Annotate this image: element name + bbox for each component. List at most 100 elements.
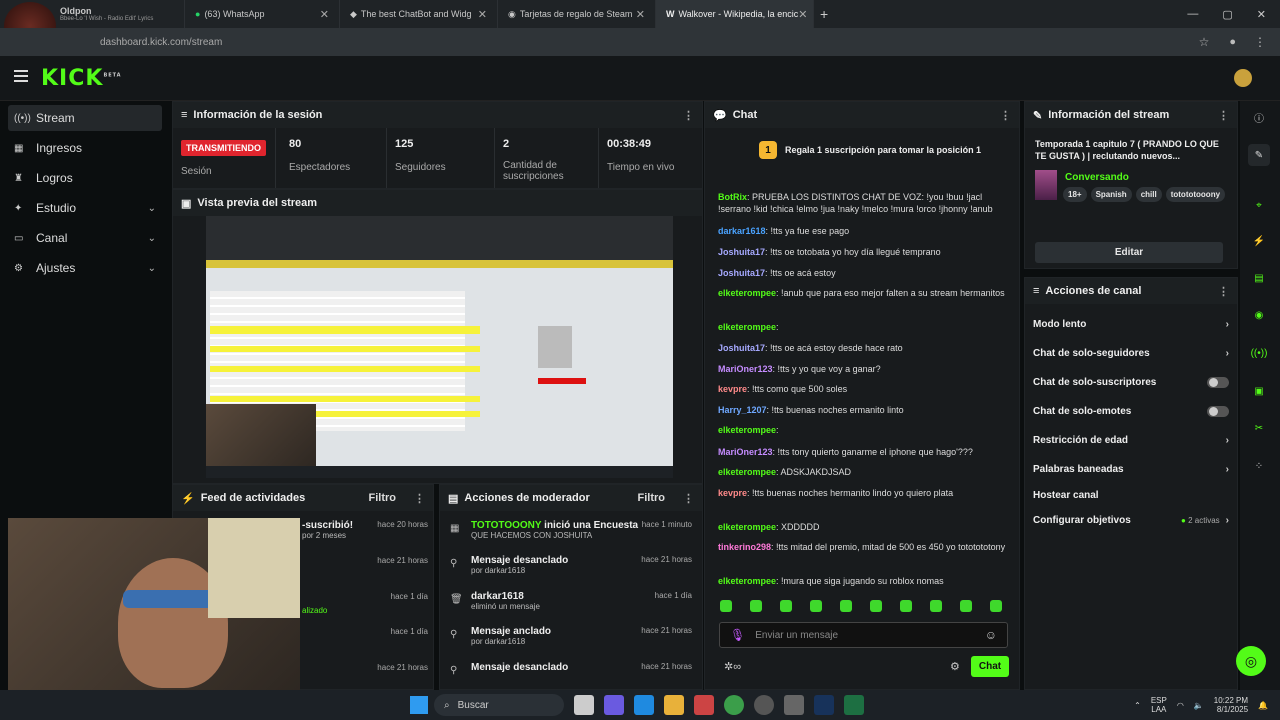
chat-username[interactable]: MariOner123 bbox=[718, 364, 773, 374]
profile-icon[interactable]: ● bbox=[1229, 36, 1236, 48]
filter-button[interactable]: Filtro bbox=[638, 492, 666, 504]
action-followers-only[interactable]: Chat de solo-seguidores › bbox=[1025, 339, 1237, 368]
chat-username[interactable]: elketerompee bbox=[718, 467, 776, 477]
action-age-restriction[interactable]: Restricción de edad › bbox=[1025, 426, 1237, 455]
close-icon[interactable]: ✕ bbox=[478, 8, 487, 21]
emote-icon[interactable] bbox=[900, 600, 912, 612]
dots-grid-icon[interactable]: ⁘ bbox=[1248, 455, 1270, 477]
chat-bubble-icon[interactable]: ◉ bbox=[1248, 304, 1270, 326]
emote-icon[interactable] bbox=[870, 600, 882, 612]
sidebar-item-estudio[interactable]: ✦ Estudio ⌄ bbox=[8, 195, 162, 221]
volume-icon[interactable]: 🔈 bbox=[1194, 701, 1204, 710]
bolt-icon[interactable]: ⚡ bbox=[1248, 230, 1270, 252]
send-chat-button[interactable]: Chat bbox=[971, 656, 1009, 677]
chat-username[interactable]: Joshuita17 bbox=[718, 268, 765, 278]
kick-logo[interactable]: KICKBETA bbox=[41, 66, 122, 91]
emote-icon[interactable] bbox=[930, 600, 942, 612]
more-icon[interactable]: ⋮ bbox=[414, 492, 425, 505]
action-host-channel[interactable]: Hostear canal bbox=[1025, 484, 1237, 506]
windows-start-icon[interactable] bbox=[410, 696, 428, 714]
sidebar-item-stream[interactable]: ((•)) Stream bbox=[8, 105, 162, 131]
info-icon[interactable]: ⓘ bbox=[1248, 106, 1270, 128]
taskbar-search[interactable]: ⌕ Buscar bbox=[434, 694, 564, 716]
sidebar-item-ajustes[interactable]: ⚙ Ajustes ⌄ bbox=[8, 255, 162, 281]
broadcast-icon[interactable]: ((•)) bbox=[1248, 342, 1270, 364]
emote-icon[interactable] bbox=[780, 600, 792, 612]
steam-icon[interactable] bbox=[814, 695, 834, 715]
emote-icon[interactable] bbox=[810, 600, 822, 612]
chat-username[interactable]: BotRix bbox=[718, 192, 747, 202]
url-field[interactable]: dashboard.kick.com/stream bbox=[100, 37, 222, 48]
action-banned-words[interactable]: Palabras baneadas › bbox=[1025, 455, 1237, 484]
close-window-icon[interactable]: ✕ bbox=[1257, 8, 1266, 21]
emoji-icon[interactable]: ☺ bbox=[985, 628, 997, 642]
maximize-icon[interactable]: ▢ bbox=[1222, 8, 1232, 21]
store-icon[interactable] bbox=[634, 695, 654, 715]
chat-username[interactable]: elketerompee bbox=[718, 288, 776, 298]
wrench-icon[interactable]: ✂ bbox=[1248, 417, 1270, 439]
stream-category[interactable]: Conversando bbox=[1065, 172, 1129, 183]
more-icon[interactable]: ⋮ bbox=[683, 492, 694, 505]
browser-tab-steam[interactable]: ◉ Tarjetas de regalo de Steam ✕ bbox=[498, 0, 656, 28]
chat-username[interactable]: elketerompee bbox=[718, 522, 776, 532]
menu-hamburger-icon[interactable] bbox=[14, 70, 28, 85]
emote-icon[interactable] bbox=[990, 600, 1002, 612]
chat-username[interactable]: darkar1618 bbox=[718, 226, 766, 236]
emote-icon[interactable] bbox=[750, 600, 762, 612]
wifi-icon[interactable]: ◠ bbox=[1177, 701, 1184, 710]
chat-input[interactable]: 🎙 Enviar un mensaje ☺ bbox=[719, 622, 1008, 648]
tag[interactable]: 18+ bbox=[1063, 187, 1087, 202]
mod-row-title[interactable]: darkar1618 bbox=[471, 591, 524, 602]
browser-tab-whatsapp[interactable]: ● (63) WhatsApp ✕ bbox=[185, 0, 340, 28]
more-icon[interactable]: ⋮ bbox=[1000, 109, 1011, 122]
filter-button[interactable]: Filtro bbox=[369, 492, 397, 504]
more-icon[interactable]: ⋮ bbox=[1218, 285, 1229, 298]
emote-icon[interactable] bbox=[840, 600, 852, 612]
language-indicator[interactable]: ESP LAA bbox=[1151, 696, 1167, 714]
stream-preview-video[interactable] bbox=[206, 216, 673, 478]
action-goals[interactable]: Configurar objetivos ● 2 activas › bbox=[1025, 506, 1237, 535]
chat-settings-icon[interactable]: ⚙ bbox=[950, 660, 960, 673]
excel-icon[interactable] bbox=[844, 695, 864, 715]
new-tab-button[interactable]: + bbox=[820, 6, 828, 22]
rewards-icon[interactable]: ✲∞ bbox=[724, 660, 741, 673]
panel-icon[interactable]: ▣ bbox=[1248, 380, 1270, 402]
emote-icon[interactable] bbox=[960, 600, 972, 612]
chat-username[interactable]: kevpre bbox=[718, 384, 747, 394]
browser-tab-wikipedia[interactable]: W Walkover - Wikipedia, la encic ✕ bbox=[656, 0, 814, 28]
close-icon[interactable]: ✕ bbox=[636, 8, 645, 21]
tag[interactable]: totototooony bbox=[1165, 187, 1226, 202]
edit-button[interactable]: Editar bbox=[1035, 242, 1223, 263]
pencil-icon[interactable]: ✎ bbox=[1248, 144, 1270, 166]
notification-icon[interactable]: 🔔 bbox=[1258, 701, 1268, 710]
tag[interactable]: chill bbox=[1135, 187, 1162, 202]
mod-row-user[interactable]: TOTOTOOONY bbox=[471, 520, 541, 531]
close-icon[interactable]: ✕ bbox=[798, 8, 807, 21]
action-slow-mode[interactable]: Modo lento › bbox=[1025, 310, 1237, 339]
chrome-icon[interactable] bbox=[724, 695, 744, 715]
more-icon[interactable]: ⋮ bbox=[1218, 109, 1229, 122]
minimize-icon[interactable]: — bbox=[1187, 8, 1198, 21]
task-view-icon[interactable] bbox=[574, 695, 594, 715]
obs-icon[interactable] bbox=[754, 695, 774, 715]
copilot-icon[interactable] bbox=[604, 695, 624, 715]
chat-username[interactable]: elketerompee bbox=[718, 322, 776, 332]
chat-username[interactable]: Harry_1207 bbox=[718, 405, 767, 415]
chat-username[interactable]: kevpre bbox=[718, 488, 747, 498]
subscribers-only-toggle[interactable] bbox=[1207, 377, 1229, 388]
close-icon[interactable]: ✕ bbox=[320, 8, 329, 21]
sidebar-item-logros[interactable]: ♜ Logros bbox=[8, 165, 162, 191]
target-icon[interactable]: ⌖ bbox=[1248, 194, 1270, 216]
tray-chevron-icon[interactable]: ⌃ bbox=[1134, 701, 1141, 710]
user-avatar[interactable] bbox=[1234, 69, 1252, 87]
chat-username[interactable]: Joshuita17 bbox=[718, 343, 765, 353]
menu-icon[interactable]: ⋮ bbox=[1254, 35, 1266, 49]
chat-username[interactable]: Joshuita17 bbox=[718, 247, 765, 257]
sidebar-item-canal[interactable]: ▭ Canal ⌄ bbox=[8, 225, 162, 251]
support-icon[interactable]: ◎ bbox=[1236, 646, 1266, 676]
clock[interactable]: 10:22 PM 8/1/2025 bbox=[1214, 696, 1248, 714]
sidebar-item-ingresos[interactable]: ▦ Ingresos bbox=[8, 135, 162, 161]
pinned-goal[interactable]: 1 Regala 1 suscripción para tomar la pos… bbox=[705, 128, 1019, 172]
microphone-icon[interactable]: 🎙 bbox=[730, 628, 745, 642]
app-icon[interactable] bbox=[784, 695, 804, 715]
